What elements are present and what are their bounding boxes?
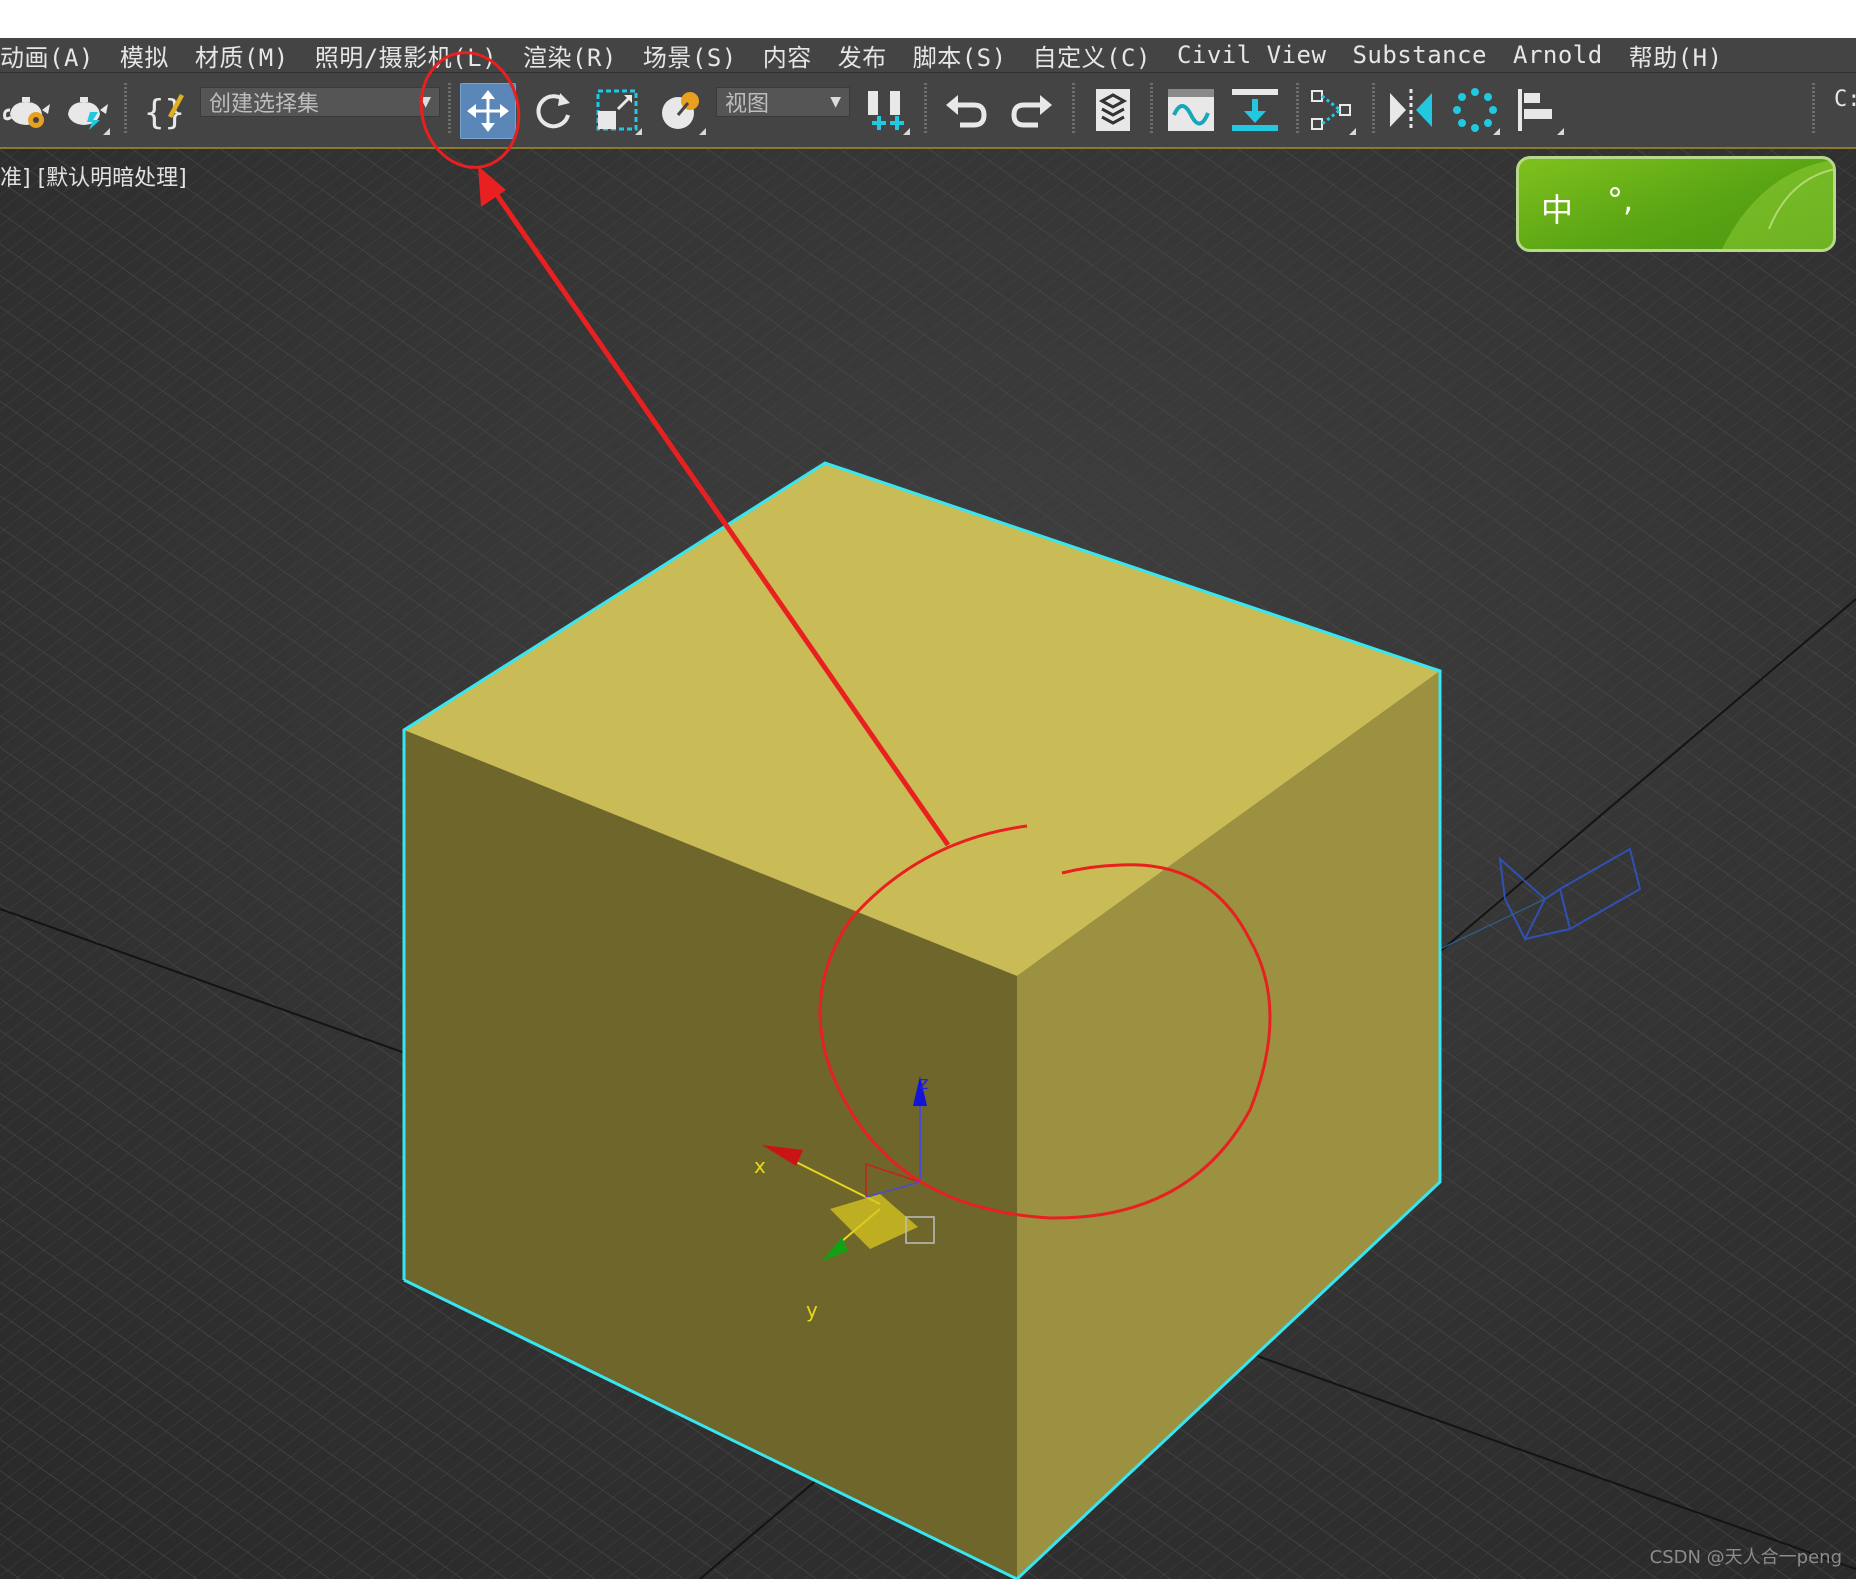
- schematic-view-button[interactable]: [1228, 83, 1282, 137]
- gizmo-label-y: y: [806, 1298, 818, 1322]
- toolbar-separator: [924, 83, 927, 135]
- reference-coordinate-value: 视图: [725, 92, 770, 117]
- curve-editor-icon: [1168, 89, 1214, 131]
- menu-customize[interactable]: 自定义(C): [1033, 38, 1151, 72]
- viewport-label[interactable]: 准] [默认明暗处理]: [0, 160, 187, 192]
- menu-civil-view[interactable]: Civil View: [1177, 41, 1327, 69]
- ime-status-widget[interactable]: 中 °,: [1516, 156, 1836, 252]
- menu-lighting-camera[interactable]: 照明/摄影机(L): [315, 38, 497, 72]
- braces-pencil-icon: {}: [144, 93, 185, 133]
- menu-animation[interactable]: 动画(A): [0, 38, 94, 72]
- download-bar-icon: [1232, 89, 1278, 131]
- teapot-render-icon: [68, 97, 108, 130]
- menu-scene[interactable]: 场景(S): [643, 38, 737, 72]
- menu-arnold[interactable]: Arnold: [1513, 41, 1603, 69]
- pivot-center-icon: [868, 91, 904, 130]
- render-teapot-button[interactable]: [58, 83, 112, 137]
- flyout-indicator: [1349, 128, 1356, 135]
- chevron-down-icon: ▼: [420, 94, 431, 110]
- mirror-icon: [1390, 89, 1432, 131]
- select-and-move-button[interactable]: [460, 83, 516, 139]
- flyout-indicator: [1557, 128, 1564, 135]
- select-and-scale-button[interactable]: [590, 83, 644, 137]
- align-icon: [1518, 89, 1552, 131]
- ime-punctuation-label: °,: [1607, 181, 1634, 219]
- redo-icon: [1011, 95, 1052, 128]
- toolbar-separator: [1150, 83, 1153, 135]
- watermark: CSDN @天人合一peng: [1649, 1547, 1842, 1568]
- align-button[interactable]: [1512, 83, 1566, 137]
- undo-icon: [946, 95, 987, 128]
- track-view-button[interactable]: [1304, 83, 1358, 137]
- flyout-indicator: [903, 128, 910, 135]
- gizmo-label-z: z: [919, 1073, 928, 1094]
- move-arrows-icon: [467, 90, 509, 132]
- menu-simulate[interactable]: 模拟: [120, 38, 169, 72]
- layer-explorer-button[interactable]: [1086, 83, 1140, 137]
- menu-substance[interactable]: Substance: [1352, 41, 1487, 69]
- gizmo-label-x: x: [754, 1154, 766, 1178]
- edit-named-selection-button[interactable]: {}: [136, 83, 190, 137]
- top-blank-strip: [0, 0, 1856, 38]
- mirror-button[interactable]: [1384, 83, 1438, 137]
- menu-publish[interactable]: 发布: [838, 38, 887, 72]
- flyout-indicator: [103, 128, 110, 135]
- flyout-indicator: [635, 128, 642, 135]
- circular-array-icon: [1453, 88, 1497, 132]
- toolbar-separator: [448, 83, 451, 135]
- layers-icon: [1096, 89, 1130, 131]
- viewport-scene: x y z: [0, 149, 1856, 1579]
- viewport-label-text: 准] [默认明暗处理]: [0, 166, 187, 191]
- ime-mode-label: 中: [1541, 191, 1574, 229]
- render-setup-teapot-button[interactable]: [0, 83, 54, 137]
- flyout-indicator: [699, 128, 706, 135]
- array-button[interactable]: [1448, 83, 1502, 137]
- place-object-button[interactable]: [654, 83, 708, 137]
- flyout-indicator: [1493, 128, 1500, 135]
- named-selection-set-text: 创建选择集: [209, 92, 320, 117]
- menu-material[interactable]: 材质(M): [195, 38, 289, 72]
- toolbar-separator: [1812, 83, 1815, 135]
- node-graph-icon: [1311, 90, 1351, 130]
- teapot-gear-icon: [3, 97, 50, 128]
- main-toolbar: {} 创建选择集 ▼ 视图 ▼ C: [0, 73, 1856, 149]
- toolbar-separator: [1072, 83, 1075, 135]
- select-and-rotate-button[interactable]: [526, 83, 580, 137]
- scale-icon: [596, 89, 638, 131]
- pivot-point-button[interactable]: [858, 83, 912, 137]
- toolbar-separator: [1296, 83, 1299, 135]
- perspective-viewport[interactable]: x y z: [0, 149, 1856, 1579]
- toolbar-separator: [1372, 83, 1375, 135]
- menu-content[interactable]: 内容: [763, 38, 812, 72]
- toolbar-overflow-text: C:: [1834, 87, 1856, 112]
- curve-editor-button[interactable]: [1164, 83, 1218, 137]
- undo-button[interactable]: [940, 83, 994, 137]
- redo-button[interactable]: [1004, 83, 1058, 137]
- rotate-icon: [536, 93, 570, 129]
- menu-script[interactable]: 脚本(S): [913, 38, 1007, 72]
- named-selection-set-dropdown[interactable]: 创建选择集 ▼: [200, 87, 440, 117]
- reference-coordinate-dropdown[interactable]: 视图 ▼: [716, 87, 850, 117]
- menu-bar: 动画(A) 模拟 材质(M) 照明/摄影机(L) 渲染(R) 场景(S) 内容 …: [0, 38, 1856, 73]
- place-sphere-icon: [662, 92, 699, 129]
- menu-render[interactable]: 渲染(R): [523, 38, 617, 72]
- menu-help[interactable]: 帮助(H): [1629, 38, 1723, 72]
- toolbar-separator: [124, 83, 127, 135]
- chevron-down-icon: ▼: [830, 94, 841, 110]
